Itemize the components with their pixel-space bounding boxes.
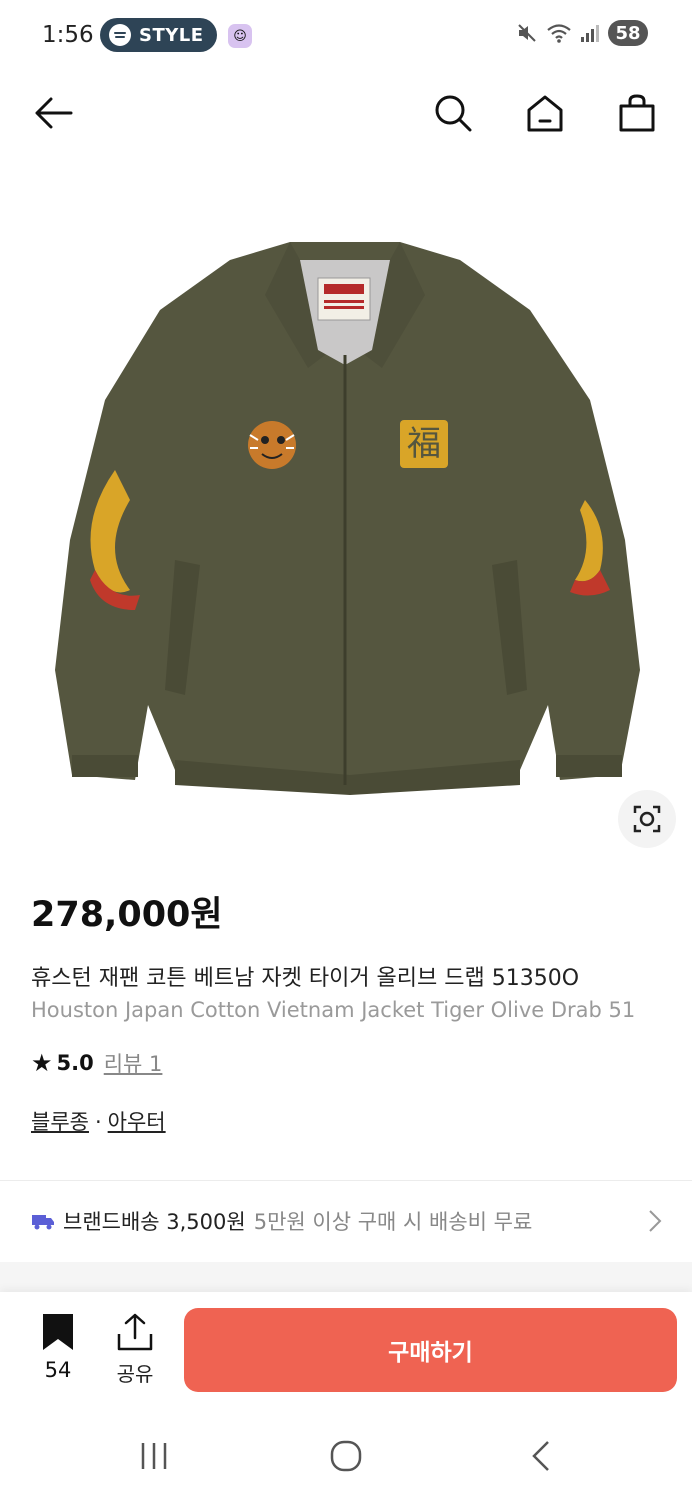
svg-text:福: 福: [407, 424, 441, 464]
section-divider: [0, 1180, 692, 1181]
recent-apps-icon: [141, 1443, 167, 1469]
rating-score: 5.0: [56, 1051, 94, 1075]
category-link-outer[interactable]: 아우터: [108, 1110, 166, 1134]
buy-button[interactable]: 구매하기: [184, 1308, 677, 1392]
truck-icon: [32, 1215, 54, 1230]
wifi-icon: [547, 24, 571, 43]
shipping-info-row[interactable]: 브랜드배송 3,500원 5만원 이상 구매 시 배송비 무료: [31, 1196, 671, 1246]
category-breadcrumb: 블루종 · 아우터: [31, 1106, 166, 1136]
bookmark-button[interactable]: 54: [30, 1312, 86, 1392]
notification-app-icon: ☺: [228, 24, 252, 48]
home-icon: [527, 95, 563, 132]
spotify-icon: [109, 24, 131, 46]
top-nav: [0, 80, 692, 146]
category-separator: ·: [94, 1110, 102, 1134]
battery-indicator: 58: [608, 20, 648, 46]
arrow-left-icon: [35, 97, 73, 129]
shopping-bag-icon: [619, 94, 655, 132]
home-circle-icon: [330, 1440, 362, 1472]
chevron-left-icon: [532, 1441, 549, 1471]
search-button[interactable]: [428, 88, 478, 138]
product-image[interactable]: 福: [0, 200, 692, 810]
image-search-button[interactable]: [618, 790, 676, 848]
share-icon: [117, 1313, 153, 1351]
product-name-korean: 휴스턴 재팬 코튼 베트남 자켓 타이거 올리브 드랩 51350O: [31, 966, 580, 991]
lens-scan-icon: [633, 805, 661, 833]
back-button[interactable]: [28, 88, 78, 138]
share-button[interactable]: 공유: [106, 1312, 164, 1392]
bookmark-icon: [43, 1314, 73, 1350]
review-link[interactable]: 리뷰 1: [104, 1048, 163, 1078]
cart-button[interactable]: [612, 88, 662, 138]
bookmark-count: 54: [44, 1358, 72, 1382]
shipping-note: 5만원 이상 구매 시 배송비 무료: [253, 1210, 533, 1234]
star-icon: ★: [31, 1049, 53, 1077]
bottom-action-bar: 54 공유 구매하기: [0, 1292, 692, 1410]
search-icon: [435, 95, 472, 132]
mute-icon: [518, 24, 536, 42]
home-nav-button[interactable]: [328, 1438, 364, 1474]
style-pill-label: STYLE: [139, 24, 204, 46]
share-label: 공유: [116, 1362, 154, 1386]
back-nav-button[interactable]: [526, 1438, 556, 1474]
status-bar: 1:56 STYLE ☺ 58: [0, 0, 692, 72]
shipping-label: 브랜드배송 3,500원: [63, 1210, 246, 1234]
jacket-illustration: 福: [55, 242, 640, 795]
signal-icon: [581, 25, 599, 42]
product-price: 278,000원: [31, 895, 223, 935]
recent-apps-button[interactable]: [136, 1438, 172, 1474]
home-button[interactable]: [520, 88, 570, 138]
chevron-right-icon: [649, 1210, 662, 1232]
category-link-blouson[interactable]: 블루종: [31, 1110, 89, 1134]
spotify-style-pill[interactable]: STYLE: [100, 18, 217, 52]
status-icons: 58: [516, 20, 648, 46]
product-name-english: Houston Japan Cotton Vietnam Jacket Tige…: [31, 998, 636, 1022]
rating-summary: ★ 5.0 리뷰 1: [31, 1048, 162, 1078]
system-navigation-bar: [0, 1410, 692, 1500]
status-time: 1:56: [42, 22, 94, 48]
